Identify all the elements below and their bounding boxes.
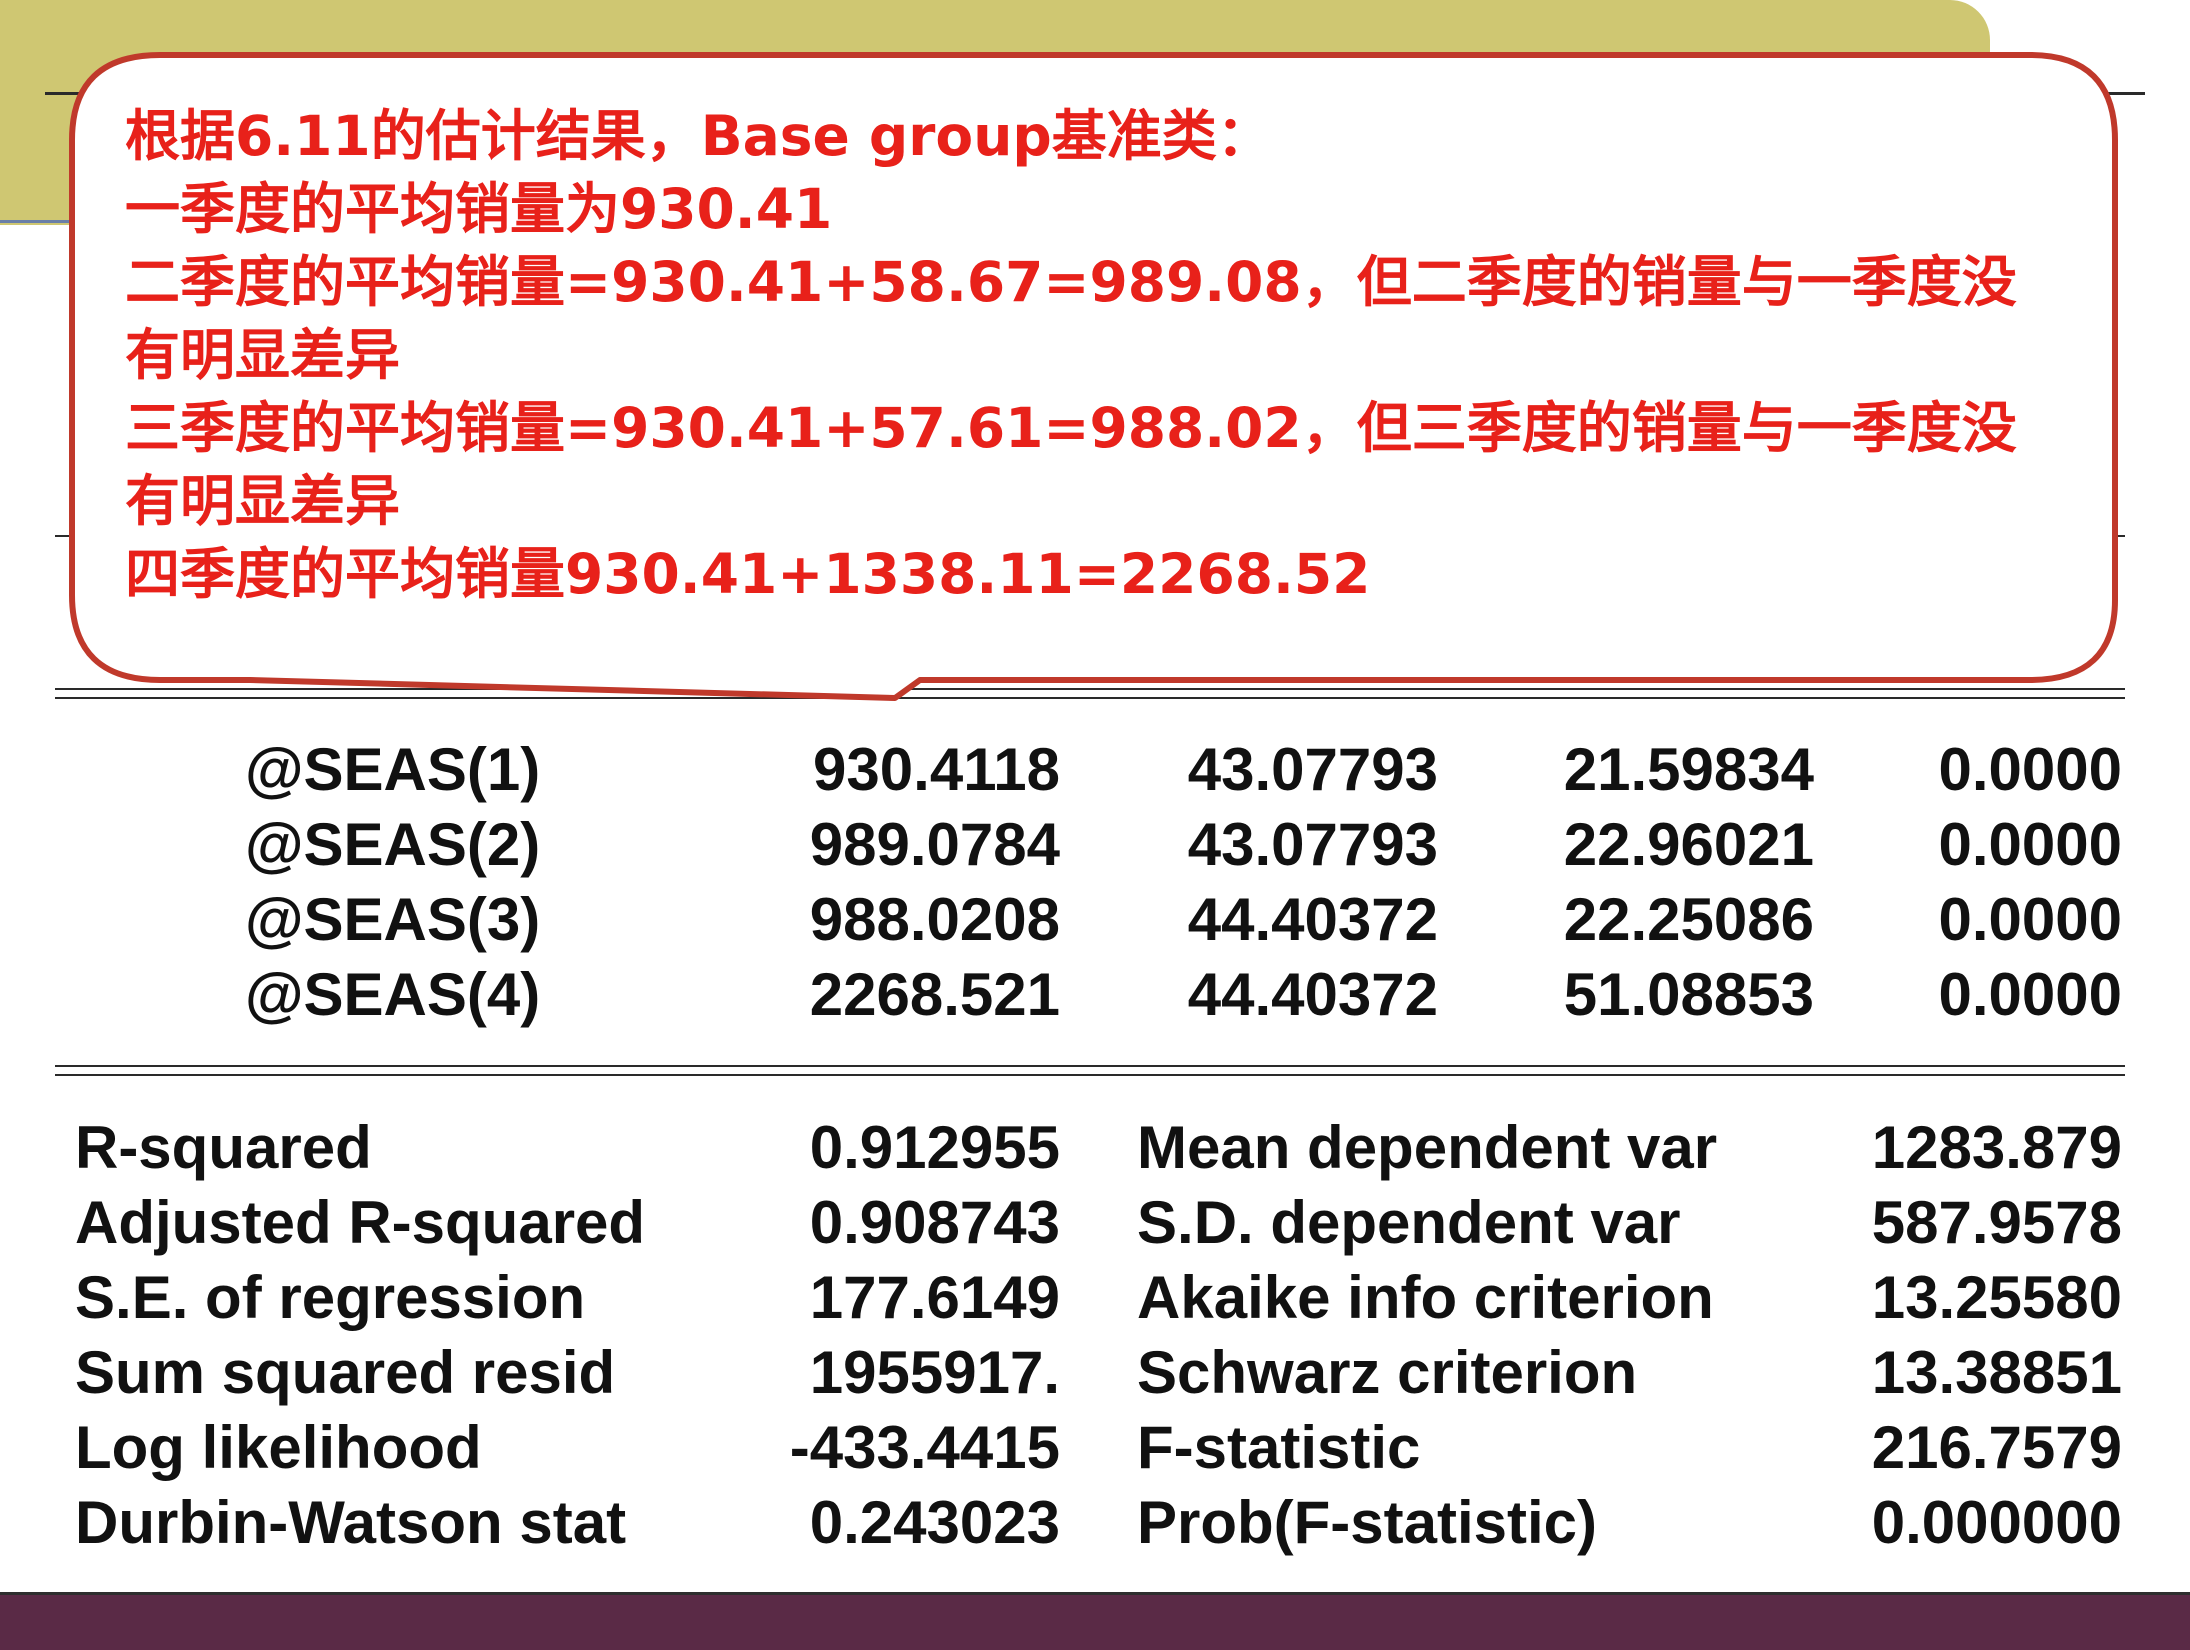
- variable-name: @SEAS(4): [245, 961, 541, 1028]
- callout-line: 一季度的平均销量为930.41: [125, 177, 833, 241]
- t-statistic-value: 22.96021: [1563, 811, 1814, 878]
- prob-value: 0.0000: [1938, 961, 2122, 1028]
- stat-value: 177.6149: [809, 1264, 1060, 1331]
- table-header-rule-2: [55, 697, 2125, 699]
- callout-line: 根据6.11的估计结果，Base group基准类：: [125, 104, 1272, 168]
- callout-line: 四季度的平均销量930.41+1338.11=2268.52: [125, 542, 1371, 606]
- std-error-value: 43.07793: [1187, 811, 1438, 878]
- stat-value: -433.4415: [789, 1414, 1060, 1481]
- title-underline: [45, 92, 2145, 95]
- stat-label-2: Prob(F-statistic): [1137, 1489, 1598, 1556]
- coefficient-value: 989.0784: [809, 811, 1060, 878]
- coefficient-value: 988.0208: [809, 886, 1060, 953]
- stat-label-2: Akaike info criterion: [1137, 1264, 1714, 1331]
- table-header-rule-1: [55, 688, 2125, 690]
- coefficient-value: 2268.521: [809, 961, 1060, 1028]
- stat-label-2: F-statistic: [1137, 1414, 1421, 1481]
- stat-value: 0.243023: [809, 1489, 1060, 1556]
- coef-bottom-rule-1: [55, 1065, 2125, 1067]
- stat-label-2: Schwarz criterion: [1137, 1339, 1638, 1406]
- stat-value-2: 216.7579: [1871, 1414, 2122, 1481]
- prob-value: 0.0000: [1938, 886, 2122, 953]
- stat-label: Durbin-Watson stat: [75, 1489, 627, 1556]
- std-error-value: 44.40372: [1187, 961, 1438, 1028]
- callout-line: 三季度的平均销量=930.41+57.61=988.02，但三季度的销量与一季度…: [125, 396, 2017, 460]
- stat-label-2: S.D. dependent var: [1137, 1189, 1681, 1256]
- callout-line: 有明显差异: [125, 469, 401, 533]
- stat-value-2: 587.9578: [1871, 1189, 2122, 1256]
- stat-label: Sum squared resid: [75, 1339, 616, 1406]
- stat-value: 1955917.: [809, 1339, 1060, 1406]
- t-statistic-value: 51.08853: [1563, 961, 1814, 1028]
- footer-bar: [0, 1592, 2190, 1650]
- variable-name: @SEAS(1): [245, 736, 541, 803]
- stat-label-2: Mean dependent var: [1137, 1114, 1718, 1181]
- stat-value-2: 0.000000: [1871, 1489, 2122, 1556]
- coefficient-value: 930.4118: [813, 736, 1060, 803]
- stat-value-2: 13.25580: [1871, 1264, 2122, 1331]
- callout-line: 二季度的平均销量=930.41+58.67=989.08，但二季度的销量与一季度…: [125, 250, 2017, 314]
- callout-line: 有明显差异: [125, 323, 401, 387]
- prob-value: 0.0000: [1938, 811, 2122, 878]
- stat-value: 0.912955: [809, 1114, 1060, 1181]
- stat-label: Log likelihood: [75, 1414, 482, 1481]
- stat-label: Adjusted R-squared: [75, 1189, 646, 1256]
- std-error-value: 43.07793: [1187, 736, 1438, 803]
- callout-text: 根据6.11的估计结果，Base group基准类： 一季度的平均销量为930.…: [125, 100, 2085, 611]
- stat-label: R-squared: [75, 1114, 372, 1181]
- stat-value: 0.908743: [809, 1189, 1060, 1256]
- t-statistic-value: 21.59834: [1563, 736, 1814, 803]
- stat-value-2: 1283.879: [1871, 1114, 2122, 1181]
- title-underline-left: [0, 220, 90, 223]
- stat-value-2: 13.38851: [1871, 1339, 2122, 1406]
- stat-label: S.E. of regression: [75, 1264, 586, 1331]
- t-statistic-value: 22.25086: [1563, 886, 1814, 953]
- variable-name: @SEAS(2): [245, 811, 541, 878]
- prob-value: 0.0000: [1938, 736, 2122, 803]
- coef-bottom-rule-2: [55, 1074, 2125, 1076]
- std-error-value: 44.40372: [1187, 886, 1438, 953]
- variable-name: @SEAS(3): [245, 886, 541, 953]
